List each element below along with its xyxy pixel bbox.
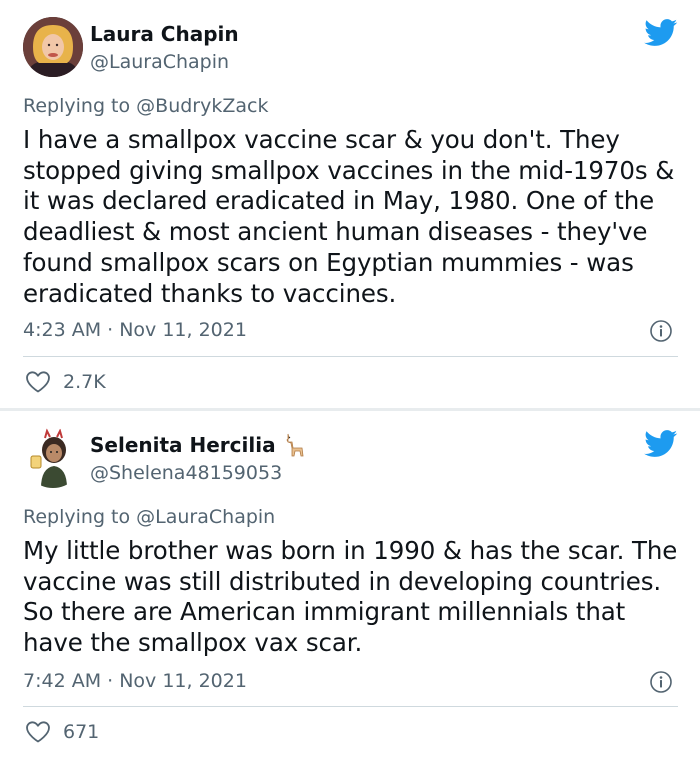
like-action[interactable]: 2.7K <box>25 370 106 394</box>
twitter-bird-icon[interactable] <box>644 430 678 458</box>
replying-to-prefix: Replying to <box>23 95 137 117</box>
divider <box>23 356 678 357</box>
like-count: 671 <box>63 721 100 743</box>
handle[interactable]: @LauraChapin <box>90 49 239 75</box>
replying-to: Replying to @LauraChapin <box>23 505 275 529</box>
timestamp[interactable]: 4:23 AM · Nov 11, 2021 <box>23 318 247 342</box>
replying-to-handle[interactable]: @BudrykZack <box>136 95 268 117</box>
display-name[interactable]: Selenita Hercilia <box>90 432 306 458</box>
display-name[interactable]: Laura Chapin <box>90 21 239 47</box>
divider <box>23 706 678 707</box>
handle[interactable]: @Shelena48159053 <box>90 460 306 486</box>
replying-to-handle[interactable]: @LauraChapin <box>136 506 275 528</box>
like-action[interactable]: 671 <box>25 720 99 744</box>
tweet-text: I have a smallpox vaccine scar & you don… <box>23 125 675 308</box>
tweet-text: My little brother was born in 1990 & has… <box>23 536 678 658</box>
twitter-bird-icon[interactable] <box>644 19 678 47</box>
tweet-card[interactable]: Laura Chapin @LauraChapin Replying to @B… <box>0 0 700 408</box>
timestamp[interactable]: 7:42 AM · Nov 11, 2021 <box>23 669 247 693</box>
info-icon[interactable] <box>650 320 672 342</box>
heart-icon[interactable] <box>25 720 51 744</box>
avatar[interactable] <box>23 428 83 488</box>
avatar[interactable] <box>23 17 83 77</box>
display-name-text[interactable]: Selenita Hercilia <box>90 432 276 458</box>
replying-to: Replying to @BudrykZack <box>23 94 268 118</box>
tweet-card[interactable]: Selenita Hercilia @Shelena48159053 Reply… <box>0 411 700 759</box>
replying-to-prefix: Replying to <box>23 506 137 528</box>
display-name-text[interactable]: Laura Chapin <box>90 21 239 47</box>
info-icon[interactable] <box>650 671 672 693</box>
llama-icon <box>286 433 304 457</box>
author-block[interactable]: Laura Chapin @LauraChapin <box>90 21 239 75</box>
like-count: 2.7K <box>63 371 106 393</box>
heart-icon[interactable] <box>25 370 51 394</box>
author-block[interactable]: Selenita Hercilia @Shelena48159053 <box>90 432 306 486</box>
